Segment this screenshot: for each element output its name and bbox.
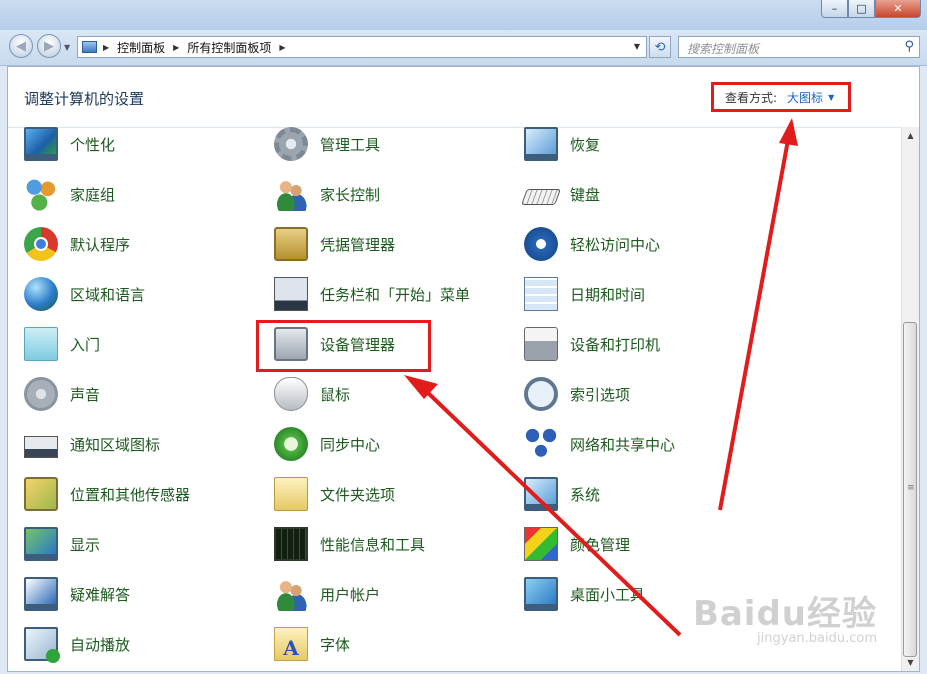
arrowhead-icon	[779, 118, 798, 146]
watermark-brand: Baidu经验	[692, 594, 877, 634]
annotation-arrows	[404, 118, 798, 637]
arrow-to-view-by	[718, 139, 790, 511]
watermark: Baidu经验 jingyan.baidu.com	[693, 586, 877, 646]
arrow-to-device-manager	[423, 388, 682, 637]
